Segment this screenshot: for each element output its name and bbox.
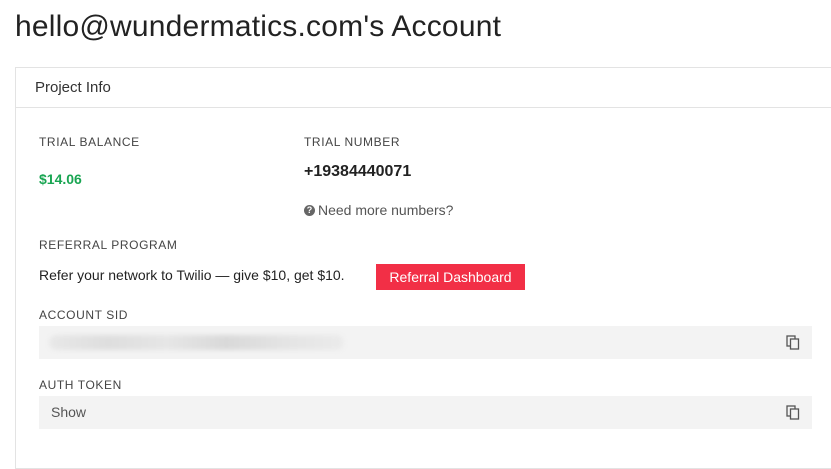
auth-token-label: AUTH TOKEN	[39, 378, 122, 392]
card-header: Project Info	[16, 68, 831, 108]
trial-balance-label: TRIAL BALANCE	[39, 135, 140, 149]
account-sid-label: ACCOUNT SID	[39, 308, 129, 322]
referral-dashboard-button[interactable]: Referral Dashboard	[376, 264, 525, 290]
referral-text: Refer your network to Twilio — give $10,…	[39, 267, 345, 283]
auth-token-field[interactable]: Show	[39, 396, 812, 429]
question-circle-icon: ?	[304, 204, 315, 216]
need-more-numbers-link[interactable]: ? Need more numbers?	[304, 202, 453, 218]
page-title: hello@wundermatics.com's Account	[15, 10, 502, 43]
trial-number-label: TRIAL NUMBER	[304, 135, 401, 149]
need-more-numbers-text: Need more numbers?	[318, 202, 454, 218]
copy-icon[interactable]	[786, 335, 800, 350]
project-info-card: Project Info TRIAL BALANCE $14.06 TRIAL …	[15, 67, 831, 469]
account-sid-field[interactable]	[39, 326, 812, 359]
referral-program-label: REFERRAL PROGRAM	[39, 238, 178, 252]
copy-icon[interactable]	[786, 405, 800, 420]
trial-balance-value: $14.06	[39, 171, 82, 187]
account-sid-redacted-value	[49, 335, 344, 350]
auth-token-show-link[interactable]: Show	[51, 396, 86, 429]
trial-number-value: +19384440071	[304, 163, 412, 180]
